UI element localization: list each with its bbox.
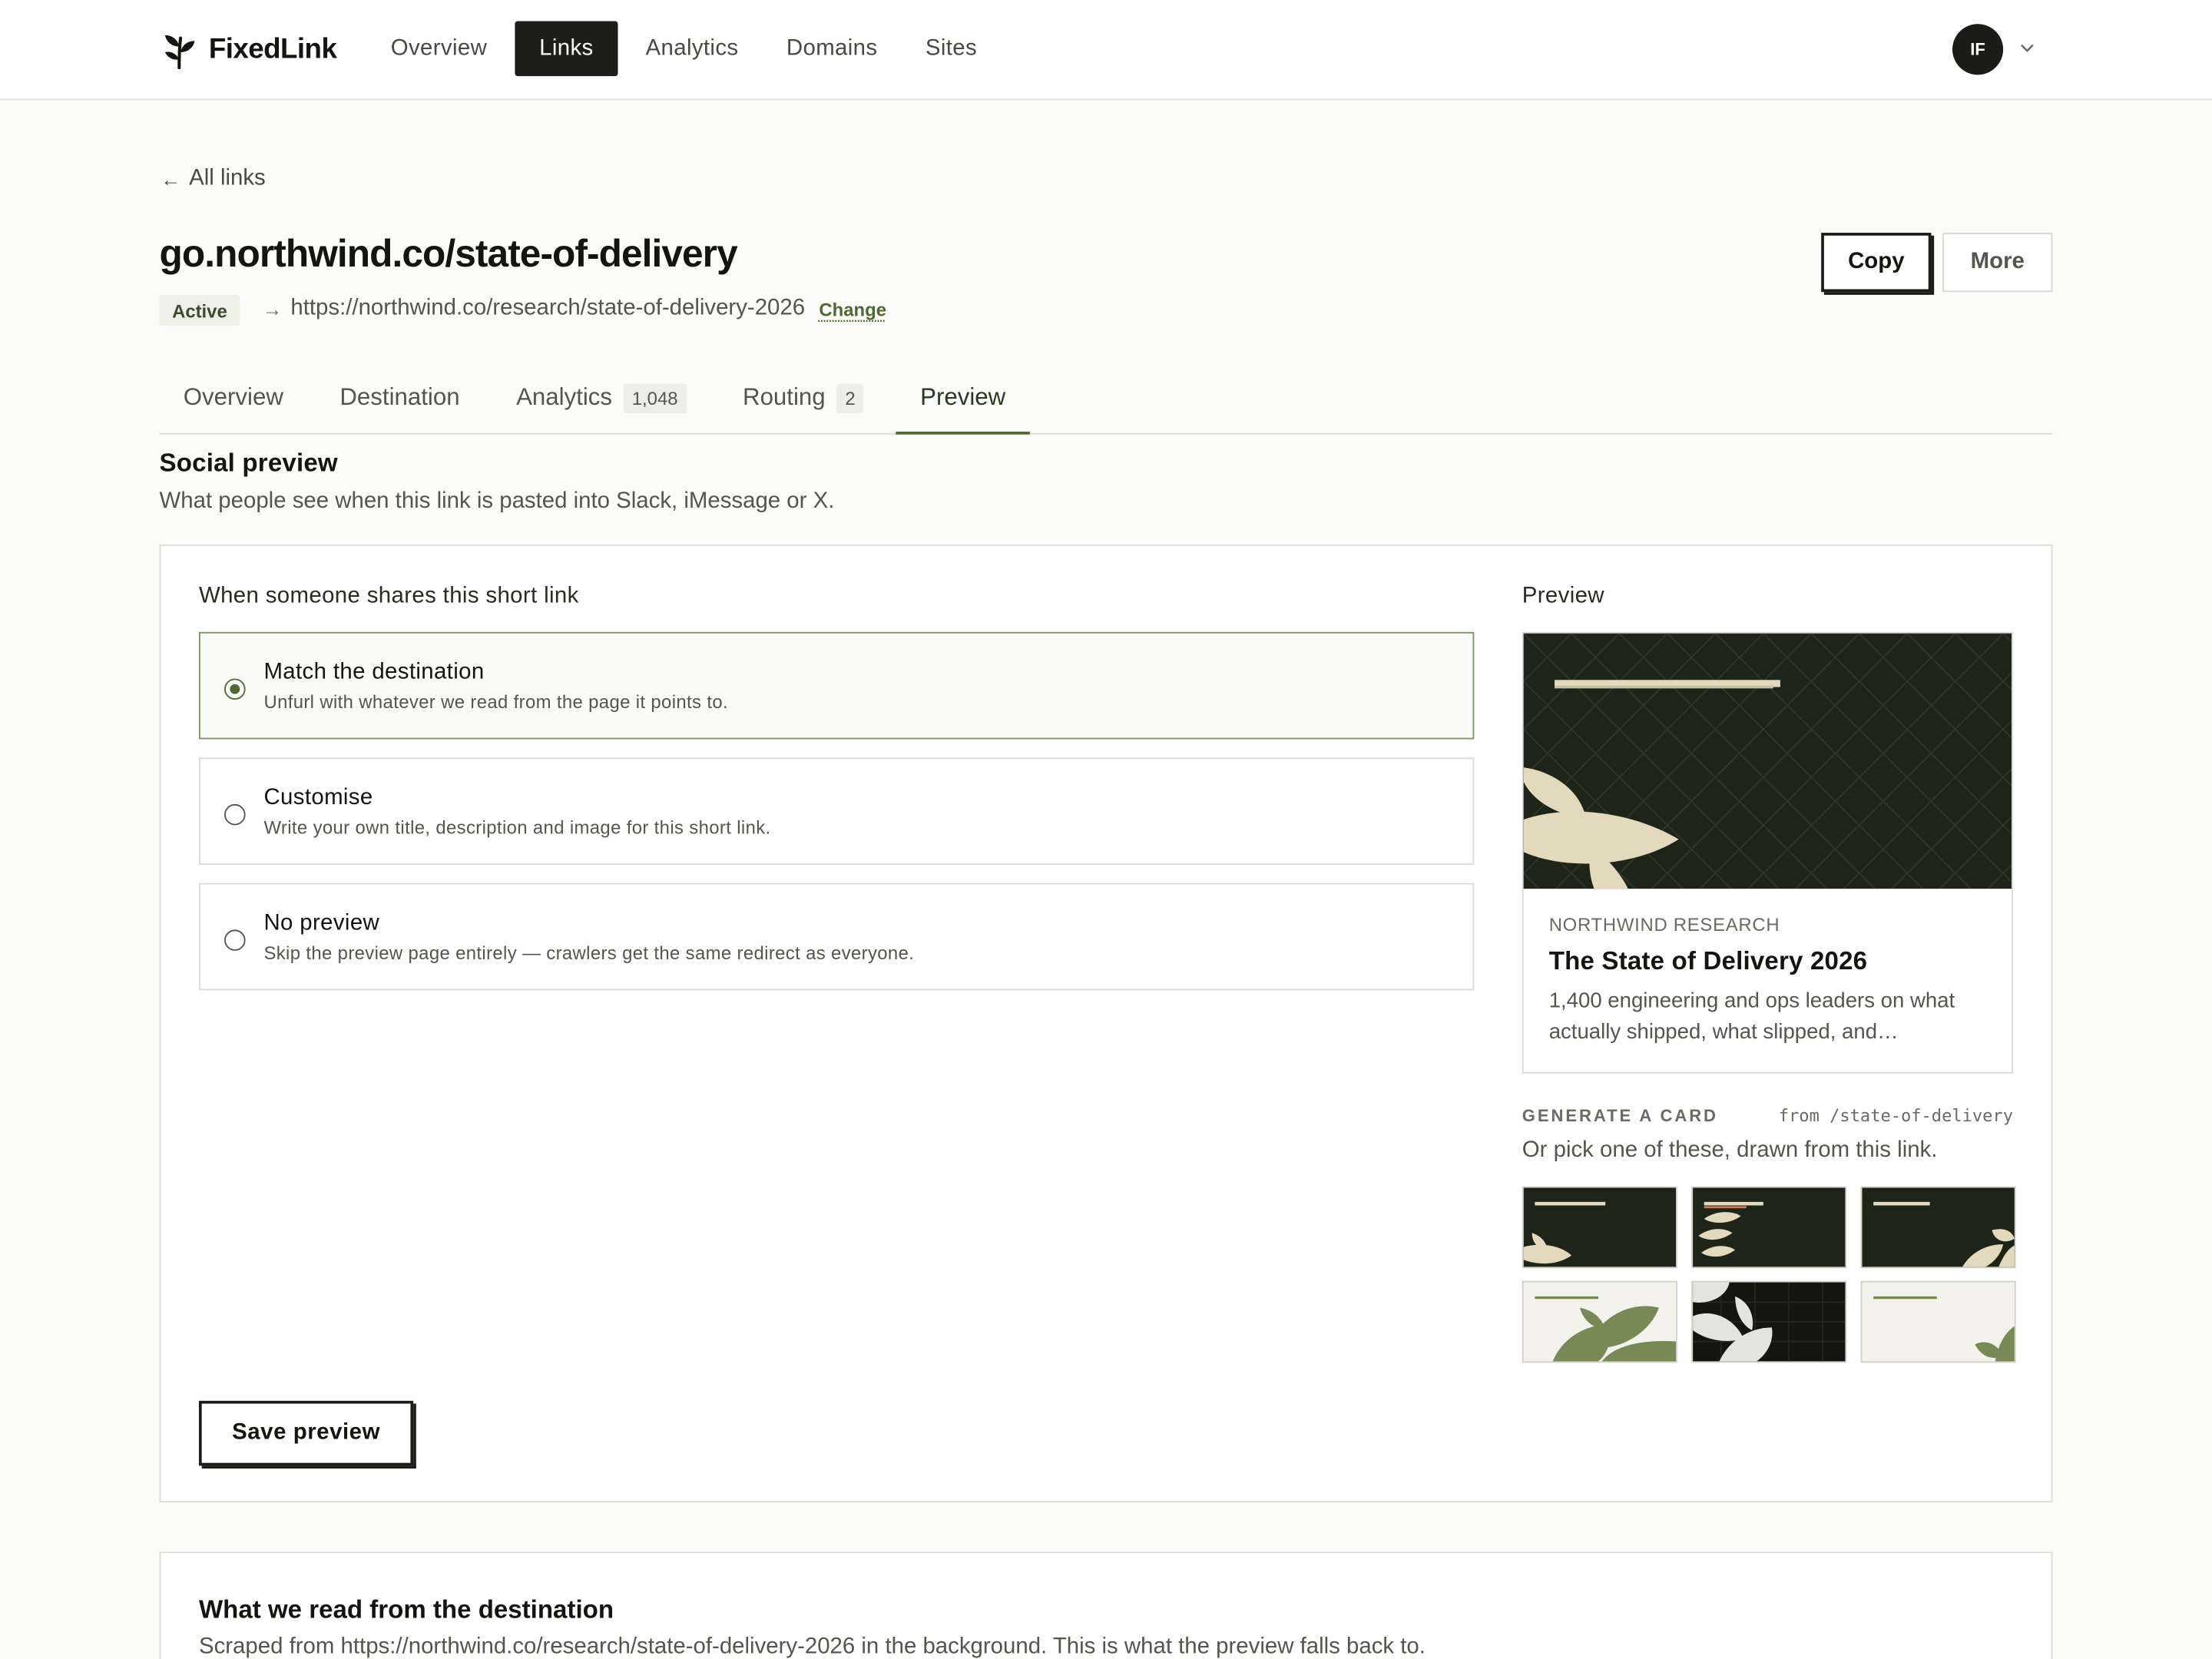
status-badge: Active bbox=[159, 294, 240, 326]
leaf-art-image bbox=[1523, 633, 2012, 889]
tab-analytics[interactable]: Analytics 1,048 bbox=[492, 363, 710, 433]
preview-title: The State of Delivery 2026 bbox=[1548, 946, 1868, 975]
back-label: All links bbox=[189, 166, 266, 190]
section-title: Social preview bbox=[159, 449, 338, 477]
preview-image bbox=[1523, 633, 2012, 889]
top-navigation: FixedLink Overview Links Analytics Domai… bbox=[0, 0, 2212, 101]
nav-links[interactable]: Links bbox=[515, 21, 618, 77]
nav-overview[interactable]: Overview bbox=[367, 22, 512, 77]
destination-url: https://northwind.co/research/state-of-d… bbox=[290, 296, 806, 320]
tab-label: Analytics bbox=[516, 383, 613, 411]
radio-button[interactable] bbox=[224, 929, 246, 951]
radio-button[interactable] bbox=[224, 803, 246, 826]
option-title: Customise bbox=[263, 786, 373, 810]
tab-label: Routing bbox=[743, 383, 826, 411]
section-subtitle: What people see when this link is pasted… bbox=[159, 489, 835, 514]
option-description: Unfurl with whatever we read from the pa… bbox=[263, 690, 728, 713]
tab-count-badge: 1,048 bbox=[623, 382, 687, 413]
preview-description: 1,400 engineering and ops leaders on wha… bbox=[1548, 988, 1955, 1045]
card-template-1[interactable] bbox=[1522, 1186, 1677, 1269]
generate-card-label: GENERATE A CARD bbox=[1522, 1105, 1718, 1126]
destination-row: → https://northwind.co/research/state-of… bbox=[263, 296, 886, 322]
tab-preview[interactable]: Preview bbox=[896, 363, 1030, 435]
option-title: No preview bbox=[263, 911, 380, 935]
tab-label: Preview bbox=[920, 382, 1006, 410]
generate-card-subtitle: Or pick one of these, drawn from this li… bbox=[1522, 1138, 1938, 1163]
leaf-sprig-icon bbox=[164, 35, 195, 69]
change-destination-link[interactable]: Change bbox=[819, 298, 886, 320]
tab-routing[interactable]: Routing 2 bbox=[719, 363, 888, 433]
unfurl-preview-card: NORTHWIND RESEARCH The State of Delivery… bbox=[1522, 631, 2013, 1074]
option-customise[interactable]: Customise Write your own title, descript… bbox=[198, 757, 1475, 865]
tab-count-badge: 2 bbox=[836, 382, 864, 413]
copy-button[interactable]: Copy bbox=[1821, 233, 1932, 293]
preview-site-name: NORTHWIND RESEARCH bbox=[1548, 914, 1780, 935]
generate-source-path: from /state-of-delivery bbox=[1778, 1105, 2013, 1126]
link-tabs: Overview Destination Analytics 1,048 Rou… bbox=[159, 363, 2053, 435]
brand-name: FixedLink bbox=[208, 33, 337, 65]
tab-label: Destination bbox=[339, 383, 460, 411]
options-label: When someone shares this short link bbox=[198, 584, 579, 608]
card-template-2[interactable] bbox=[1691, 1186, 1847, 1269]
avatar[interactable]: IF bbox=[1952, 24, 2004, 75]
preview-label: Preview bbox=[1522, 584, 1604, 608]
tab-overview[interactable]: Overview bbox=[160, 363, 308, 433]
nav-sites[interactable]: Sites bbox=[902, 22, 1002, 77]
option-description: Write your own title, description and im… bbox=[263, 816, 771, 838]
option-no-preview[interactable]: No preview Skip the preview page entirel… bbox=[198, 882, 1475, 991]
tab-destination[interactable]: Destination bbox=[316, 363, 484, 433]
scraped-destination-card: What we read from the destination Scrape… bbox=[159, 1551, 2053, 1659]
card-template-4[interactable] bbox=[1522, 1280, 1677, 1363]
card-template-6[interactable] bbox=[1860, 1280, 2016, 1363]
brand[interactable]: FixedLink bbox=[161, 28, 337, 71]
nav-analytics[interactable]: Analytics bbox=[621, 22, 762, 77]
back-to-all-links[interactable]: ← All links bbox=[161, 167, 265, 192]
scraped-title: What we read from the destination bbox=[198, 1595, 614, 1624]
card-template-3[interactable] bbox=[1860, 1186, 2016, 1269]
tab-label: Overview bbox=[183, 383, 283, 411]
card-template-5[interactable] bbox=[1691, 1280, 1847, 1363]
radio-button[interactable] bbox=[224, 678, 246, 700]
scraped-subtitle: Scraped from https://northwind.co/resear… bbox=[198, 1634, 1426, 1659]
save-preview-button[interactable]: Save preview bbox=[198, 1400, 414, 1466]
option-description: Skip the preview page entirely — crawler… bbox=[263, 942, 915, 964]
social-preview-card: When someone shares this short link Matc… bbox=[159, 544, 2053, 1503]
option-match-destination[interactable]: Match the destination Unfurl with whatev… bbox=[198, 631, 1475, 740]
arrow-left-icon: ← bbox=[161, 167, 181, 190]
nav-domains[interactable]: Domains bbox=[763, 22, 902, 77]
option-title: Match the destination bbox=[263, 660, 485, 684]
arrow-right-icon: → bbox=[262, 297, 283, 320]
page-title: go.northwind.co/state-of-delivery bbox=[159, 233, 738, 276]
more-button[interactable]: More bbox=[1942, 233, 2053, 293]
primary-nav: Overview Links Analytics Domains Sites bbox=[367, 21, 1002, 77]
chevron-down-icon[interactable] bbox=[2018, 39, 2035, 56]
